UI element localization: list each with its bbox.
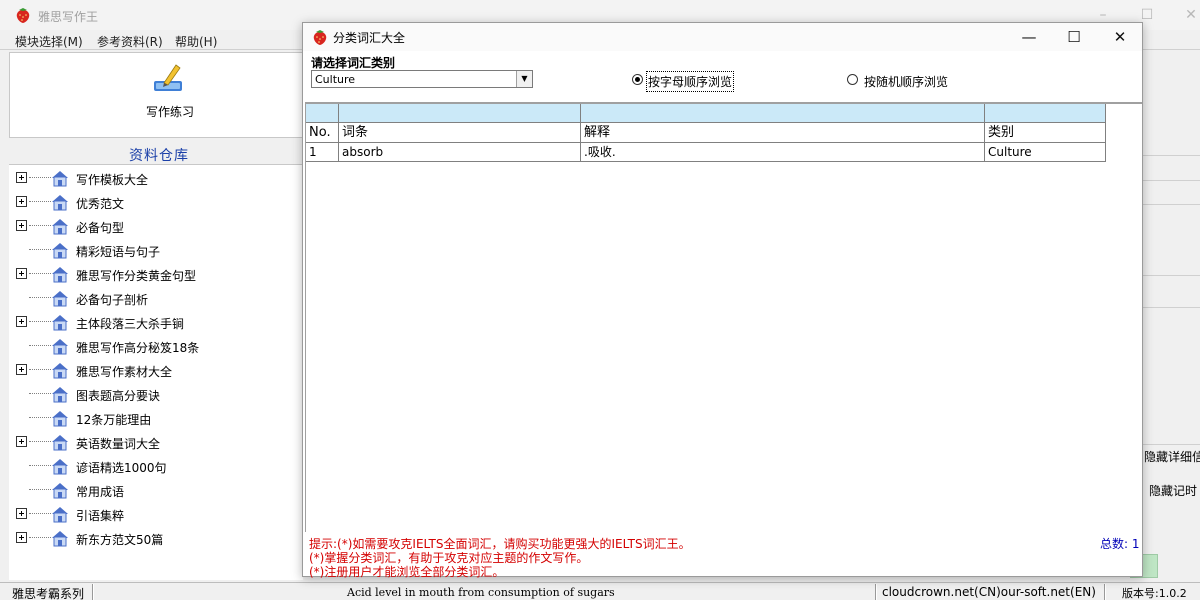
tree-item[interactable]: 精彩短语与句子 [9, 238, 303, 262]
tree-item[interactable]: 引语集粹 [9, 502, 303, 526]
tree-item[interactable]: 优秀范文 [9, 190, 303, 214]
category-select[interactable]: Culture ▼ [311, 70, 533, 88]
dialog-maximize-button[interactable]: ☐ [1059, 26, 1089, 48]
hide-notes-button[interactable]: 隐藏记时 [1149, 482, 1200, 504]
tree-item[interactable]: 谚语精选1000句 [9, 454, 303, 478]
tree-item[interactable]: 新东方范文50篇 [9, 526, 303, 550]
house-icon [52, 267, 68, 283]
tree-item[interactable]: 英语数量词大全 [9, 430, 303, 454]
status-series: 雅思考霸系列 [12, 587, 85, 600]
house-icon [52, 435, 68, 451]
tree-item[interactable]: 雅思写作分类黄金句型 [9, 262, 303, 286]
hint-line-3: (*)注册用户才能浏览全部分类词汇。 [309, 565, 505, 579]
vocabulary-table: No. 词条 解释 类别 1 absorb .吸收. Culture [305, 102, 1142, 532]
house-icon [52, 387, 68, 403]
total-count: 总数: 1 [1100, 537, 1140, 551]
status-bar: 雅思考霸系列 Acid level in mouth from consumpt… [0, 582, 1200, 600]
expand-icon[interactable] [16, 532, 27, 543]
house-icon [52, 483, 68, 499]
table-cell-category[interactable]: Culture [985, 143, 1106, 162]
dialog-titlebar: 分类词汇大全 — ☐ ✕ [303, 23, 1142, 51]
col-header-category[interactable]: 类别 [985, 123, 1106, 143]
menu-help[interactable]: 帮助(H) [175, 33, 217, 50]
expand-icon[interactable] [16, 196, 27, 207]
status-version: 版本号:1.0.2 [1122, 587, 1187, 600]
expand-icon[interactable] [16, 364, 27, 375]
hide-details-button[interactable]: 隐藏详细信息 [1144, 448, 1200, 470]
house-icon [52, 219, 68, 235]
repository-tree: 写作模板大全 优秀范文 必备句型 精彩短语与句子 雅思写作分类黄金句型 必备句子… [9, 164, 303, 580]
tree-item[interactable]: 雅思写作素材大全 [9, 358, 303, 382]
tree-item[interactable]: 必备句型 [9, 214, 303, 238]
vocabulary-dialog: 分类词汇大全 — ☐ ✕ 请选择词汇类别 Culture ▼ 按字母顺序浏览 按… [302, 22, 1143, 579]
tree-item[interactable]: 雅思写作高分秘笈18条 [9, 334, 303, 358]
house-icon [52, 243, 68, 259]
status-site: cloudcrown.net(CN)our-soft.net(EN) [882, 585, 1096, 599]
tree-item[interactable]: 写作模板大全 [9, 166, 303, 190]
house-icon [52, 411, 68, 427]
house-icon [52, 171, 68, 187]
radio-random[interactable] [847, 74, 858, 85]
repository-title: 资料仓库 [129, 148, 189, 164]
radio-random-label[interactable]: 按随机顺序浏览 [864, 73, 948, 90]
table-cell-entry[interactable]: absorb [339, 143, 581, 162]
chevron-down-icon[interactable]: ▼ [516, 71, 532, 87]
house-icon [52, 195, 68, 211]
table-cell-meaning[interactable]: .吸收. [581, 143, 985, 162]
writing-practice-label[interactable]: 写作练习 [10, 103, 330, 120]
col-header-meaning[interactable]: 解释 [581, 123, 985, 143]
expand-icon[interactable] [16, 316, 27, 327]
expand-icon[interactable] [16, 268, 27, 279]
tree-item[interactable]: 主体段落三大杀手锏 [9, 310, 303, 334]
tree-item[interactable]: 图表题高分要诀 [9, 382, 303, 406]
dialog-close-button[interactable]: ✕ [1105, 26, 1135, 48]
expand-icon[interactable] [16, 436, 27, 447]
expand-icon[interactable] [16, 172, 27, 183]
main-window-title: 雅思写作王 [38, 10, 99, 24]
expand-icon[interactable] [16, 508, 27, 519]
house-icon [52, 459, 68, 475]
radio-alphabetical[interactable] [632, 74, 643, 85]
dialog-minimize-button[interactable]: — [1014, 26, 1044, 48]
col-header-no[interactable]: No. [306, 123, 339, 143]
tree-item[interactable]: 常用成语 [9, 478, 303, 502]
house-icon [52, 339, 68, 355]
tree-item[interactable]: 12条万能理由 [9, 406, 303, 430]
menu-module-select[interactable]: 模块选择(M) [15, 33, 83, 50]
radio-alphabetical-label[interactable]: 按字母顺序浏览 [645, 71, 735, 92]
menu-reference[interactable]: 参考资料(R) [97, 33, 163, 50]
expand-icon[interactable] [16, 220, 27, 231]
house-icon [52, 507, 68, 523]
main-close-button[interactable]: ✕ [1178, 4, 1200, 26]
dialog-title: 分类词汇大全 [333, 31, 406, 45]
tree-item[interactable]: 必备句子剖析 [9, 286, 303, 310]
toolbar-panel: 写作练习 [9, 52, 303, 138]
col-header-entry[interactable]: 词条 [339, 123, 581, 143]
pen-paper-icon[interactable] [150, 61, 186, 97]
strawberry-icon [313, 30, 327, 45]
house-icon [52, 531, 68, 547]
category-label: 请选择词汇类别 [311, 56, 396, 70]
category-select-value: Culture [315, 73, 356, 86]
house-icon [52, 291, 68, 307]
house-icon [52, 363, 68, 379]
table-cell-no[interactable]: 1 [306, 143, 339, 162]
strawberry-icon [16, 8, 30, 23]
house-icon [52, 315, 68, 331]
status-message: Acid level in mouth from consumption of … [347, 586, 615, 599]
